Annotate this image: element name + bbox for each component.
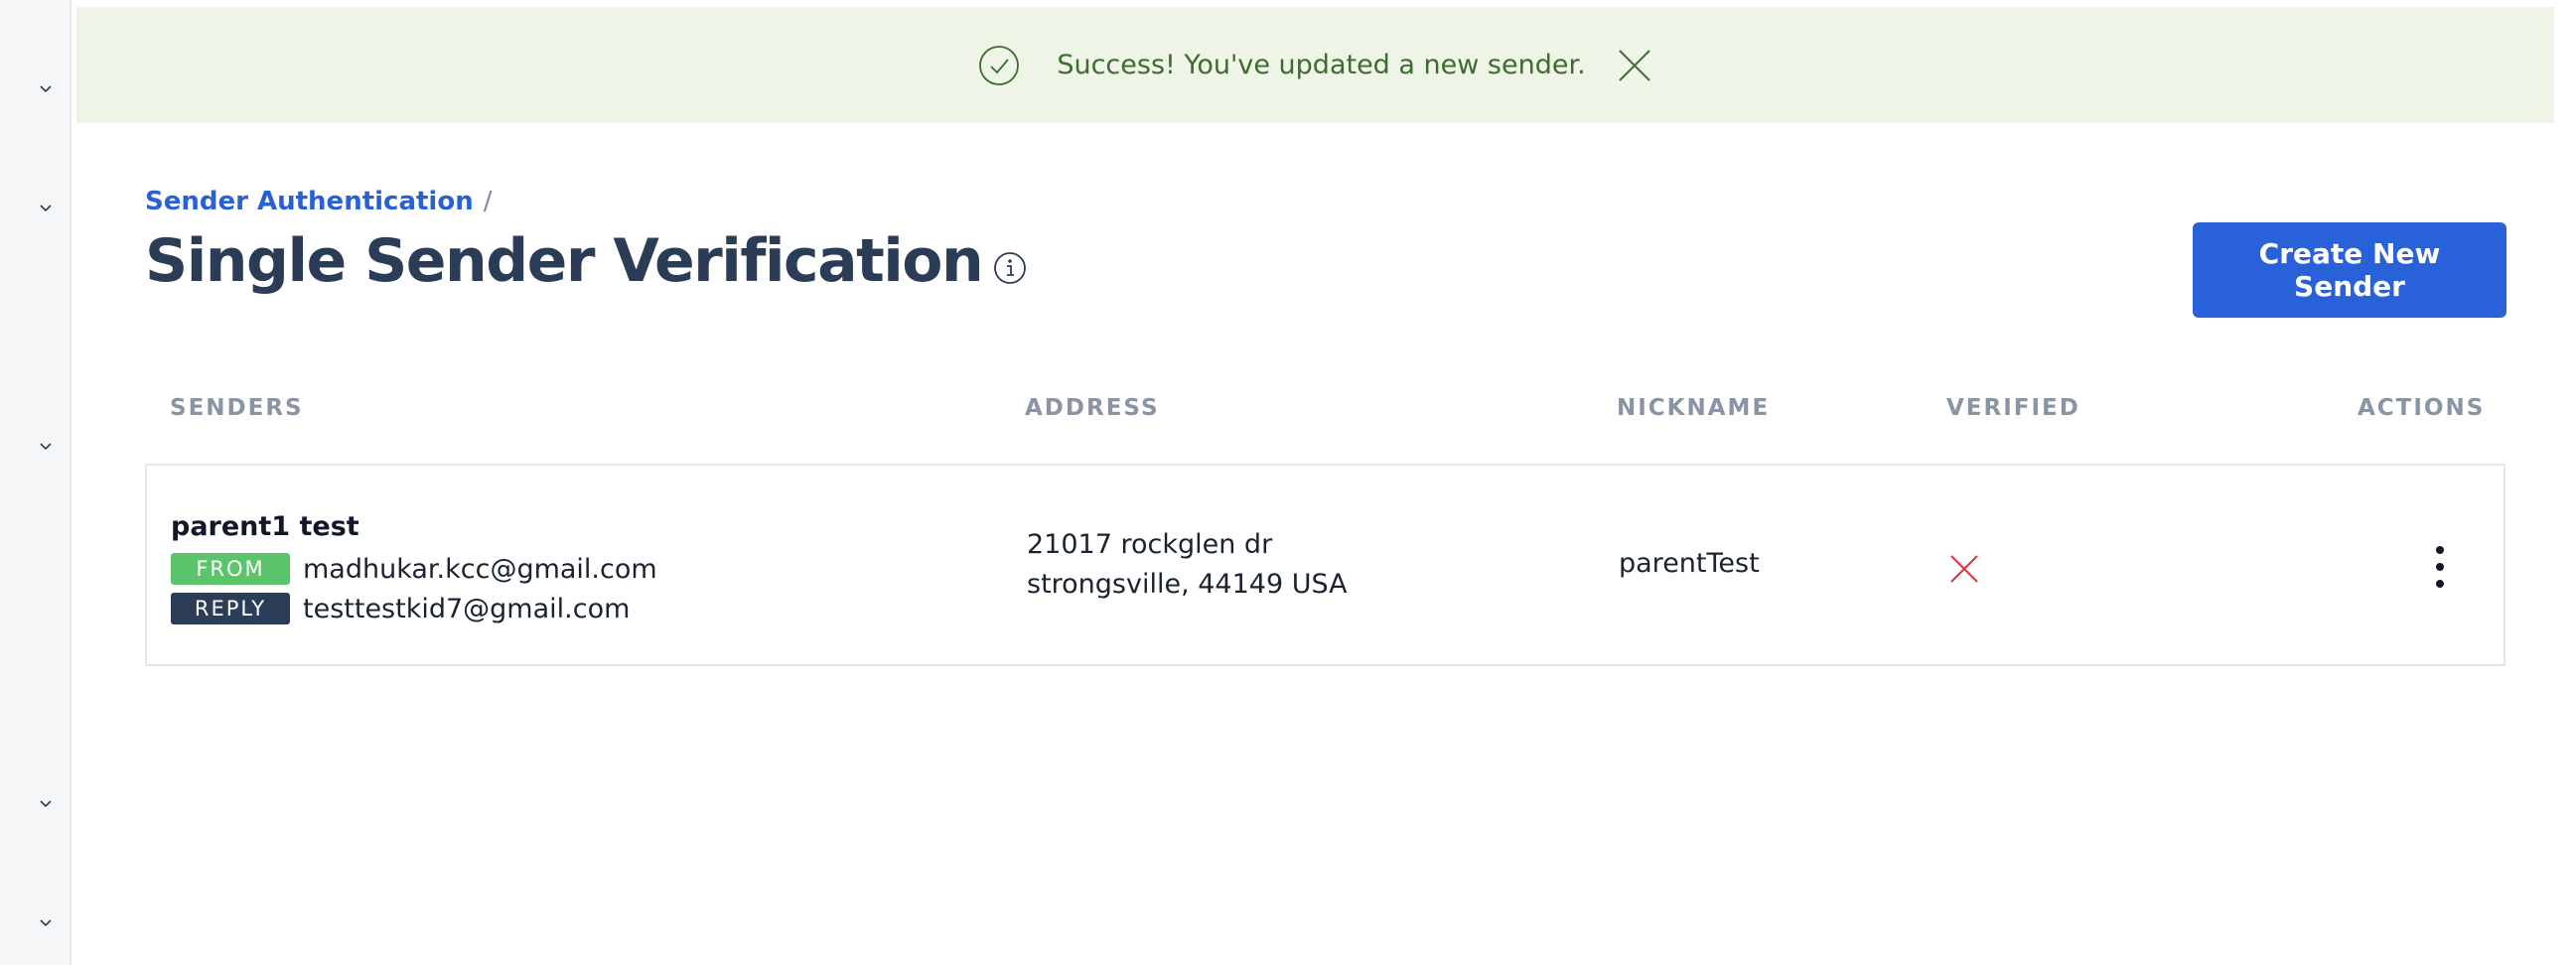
address-line-1: 21017 rockglen dr: [1027, 529, 1273, 560]
sidebar: [0, 0, 72, 965]
from-email: madhukar.kcc@gmail.com: [303, 553, 657, 585]
chevron-down-icon[interactable]: [34, 791, 58, 815]
from-badge: FROM: [171, 553, 290, 585]
close-icon[interactable]: [1616, 47, 1653, 84]
reply-email-line: REPLY testtestkid7@gmail.com: [171, 593, 630, 624]
title-row: Single Sender Verification: [145, 226, 1028, 296]
chevron-down-icon[interactable]: [34, 910, 58, 934]
reply-badge: REPLY: [171, 593, 290, 624]
breadcrumb: Sender Authentication /: [145, 187, 492, 216]
page-title: Single Sender Verification: [145, 226, 984, 296]
column-header-verified[interactable]: VERIFIED: [1946, 395, 2080, 421]
create-new-sender-button[interactable]: Create New Sender: [2193, 222, 2506, 318]
column-header-nickname[interactable]: NICKNAME: [1617, 395, 1770, 421]
banner-message: Success! You've updated a new sender.: [1057, 50, 1586, 80]
breadcrumb-link-sender-authentication[interactable]: Sender Authentication: [145, 187, 474, 216]
chevron-down-icon[interactable]: [34, 76, 58, 100]
success-banner: Success! You've updated a new sender.: [76, 7, 2554, 123]
column-header-senders[interactable]: SENDERS: [170, 395, 304, 421]
x-icon: [1947, 552, 1981, 586]
table-row: parent1 test FROM madhukar.kcc@gmail.com…: [145, 464, 2505, 666]
sender-name: parent1 test: [171, 511, 359, 542]
breadcrumb-separator: /: [483, 187, 493, 216]
check-circle-icon: [977, 44, 1021, 87]
info-icon[interactable]: [992, 250, 1028, 286]
address-line-2: strongsville, 44149 USA: [1027, 569, 1348, 600]
column-header-address[interactable]: ADDRESS: [1025, 395, 1160, 421]
chevron-down-icon[interactable]: [34, 196, 58, 219]
nickname: parentTest: [1619, 548, 1760, 579]
from-email-line: FROM madhukar.kcc@gmail.com: [171, 553, 657, 585]
chevron-down-icon[interactable]: [34, 434, 58, 458]
more-vertical-icon[interactable]: [2426, 543, 2454, 591]
column-header-actions: ACTIONS: [2358, 395, 2486, 421]
reply-email: testtestkid7@gmail.com: [303, 593, 631, 624]
